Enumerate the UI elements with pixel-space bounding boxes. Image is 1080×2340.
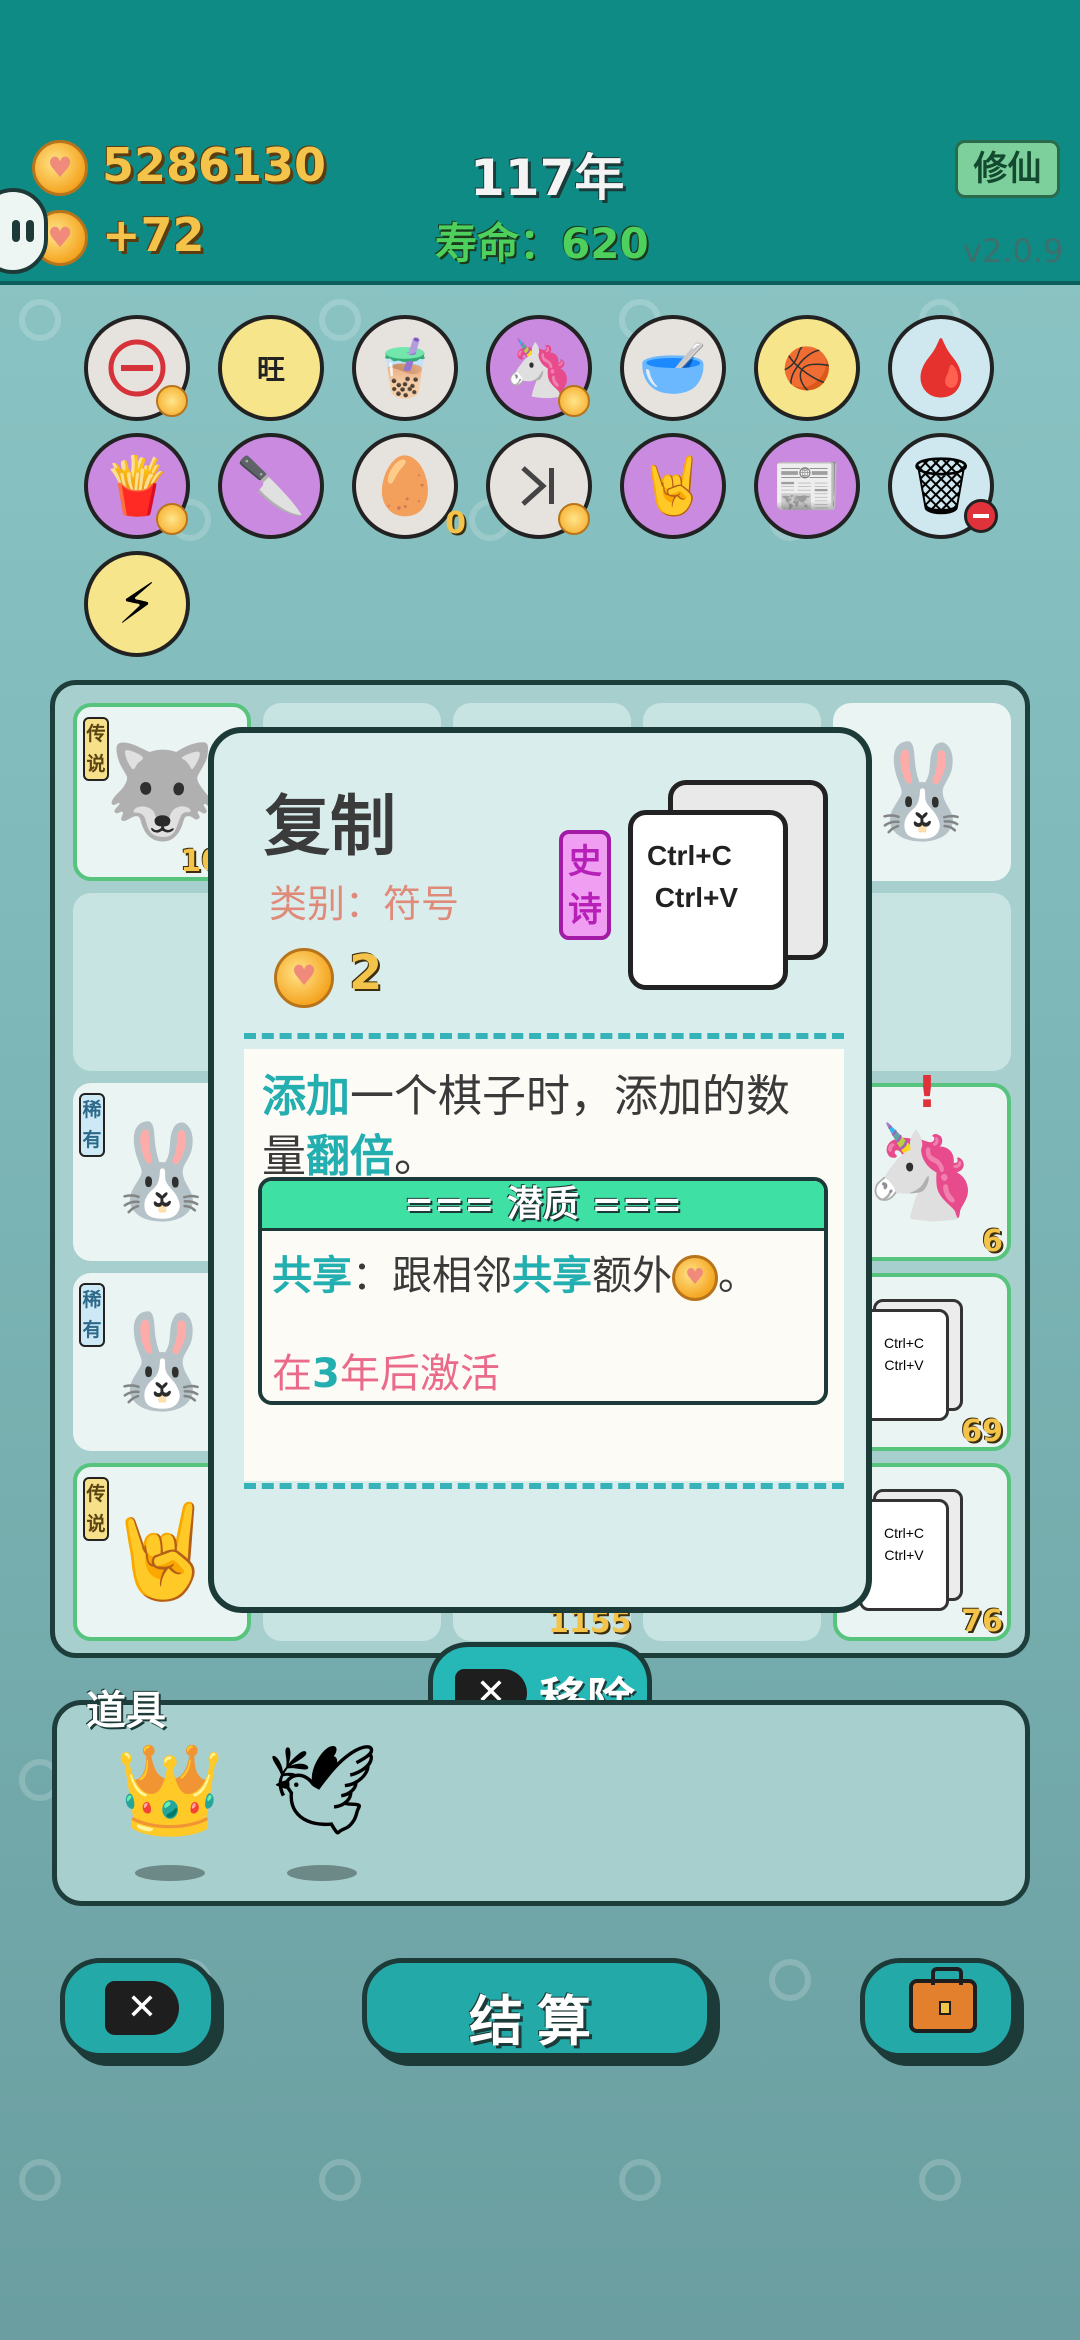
skip-icon[interactable] <box>486 433 592 539</box>
wang-tiles-icon[interactable]: 旺 <box>218 315 324 421</box>
coin-badge-icon <box>156 385 188 417</box>
props-title: 道具 <box>86 1688 166 1734</box>
cancel-button[interactable]: ✕ <box>60 1958 216 2058</box>
gold-coin-icon <box>32 140 88 196</box>
gold-amount: 5286130 <box>102 138 327 192</box>
year-counter: 117年 <box>470 149 625 207</box>
ctrl-card-icon: Ctrl+C Ctrl+V <box>859 1299 963 1427</box>
card-line-1: Ctrl+C <box>647 840 732 871</box>
top-status-bar: 5286130 +72 117年 寿命：620 修仙 v2.0.9 <box>0 0 1080 285</box>
pigeon-icon[interactable]: 🕊 <box>267 1735 379 1845</box>
ctrl-card-icon: Ctrl+C Ctrl+V <box>628 780 828 1000</box>
ctrl-card-icon: Ctrl+C Ctrl+V <box>859 1489 963 1617</box>
potential-title: === 潜质 === <box>262 1181 824 1231</box>
backpack-button[interactable] <box>860 1958 1016 2058</box>
basketballs-icon[interactable]: 🏀 <box>754 315 860 421</box>
xiuxian-button[interactable]: 修仙 <box>955 140 1060 198</box>
description-panel: 添加一个棋子时，添加的数量翻倍。 === 潜质 === 共享：跟相邻共享额外。 … <box>244 1049 844 1481</box>
coin-badge-icon <box>558 503 590 535</box>
popup-title: 复制 <box>264 788 396 865</box>
settle-button[interactable]: 结算 <box>362 1958 712 2058</box>
cleaver-icon[interactable]: 🔪 <box>218 433 324 539</box>
coin-badge-icon <box>558 385 590 417</box>
income-amount: +72 <box>102 208 205 262</box>
crown-icon[interactable]: 👑 <box>115 1735 225 1845</box>
item-detail-popup[interactable]: 复制 类别：符号 2 史诗 Ctrl+C Ctrl+V 添加一个棋子时，添加的数… <box>208 727 872 1613</box>
briefcase-icon <box>909 1967 977 2033</box>
shadow <box>287 1865 357 1881</box>
popup-category: 类别：符号 <box>269 882 460 926</box>
cell-number: 76 <box>961 1604 1003 1639</box>
bubble-tea-icon[interactable]: 🧋 <box>352 315 458 421</box>
props-panel: 👑 🕊 <box>52 1700 1030 1906</box>
rock-hand-icon[interactable]: 🤘 <box>620 433 726 539</box>
time-magazine-icon[interactable]: 📰 <box>754 433 860 539</box>
lifespan-counter: 寿命：620 <box>435 219 649 268</box>
card-line-2: Ctrl+V <box>654 882 739 913</box>
description-text: 添加一个棋子时，添加的数量翻倍。 <box>262 1071 790 1182</box>
close-icon: ✕ <box>105 1981 179 2035</box>
epic-rarity-tag: 史诗 <box>559 830 611 940</box>
trash-bag-icon[interactable]: 🗑 <box>888 433 998 539</box>
egg-tray-icon[interactable]: 🥚 0 <box>352 433 466 541</box>
potential-box: === 潜质 === 共享：跟相邻共享额外。 在3年后激活 <box>258 1177 828 1405</box>
activation-text: 在3年后激活 <box>272 1351 500 1397</box>
cell-number: 6 <box>982 1224 1003 1259</box>
dog-bowl-icon[interactable]: 🥣 <box>620 315 726 421</box>
settle-label: 结算 <box>469 1990 605 2053</box>
minus-icon[interactable] <box>84 315 190 421</box>
blood-bag-icon[interactable]: 🩸 <box>888 315 994 421</box>
divider <box>244 1483 844 1489</box>
remove-badge-icon <box>964 499 998 533</box>
french-fries-icon[interactable]: 🍟 <box>84 433 190 539</box>
popup-cost: 2 <box>349 945 383 1001</box>
potential-text: 共享：跟相邻共享额外。 <box>272 1243 758 1301</box>
divider <box>244 1033 844 1039</box>
shadow <box>135 1865 205 1881</box>
egg-tray-count: 0 <box>445 506 466 541</box>
lightning-icon[interactable]: ⚡ <box>84 551 190 657</box>
coin-icon <box>672 1255 718 1301</box>
version-label: v2.0.9 <box>963 232 1064 270</box>
cost-coin-icon <box>274 948 334 1008</box>
coin-badge-icon <box>156 503 188 535</box>
cell-number: 69 <box>961 1414 1003 1449</box>
unicorn-icon[interactable]: 🦄 <box>486 315 592 421</box>
